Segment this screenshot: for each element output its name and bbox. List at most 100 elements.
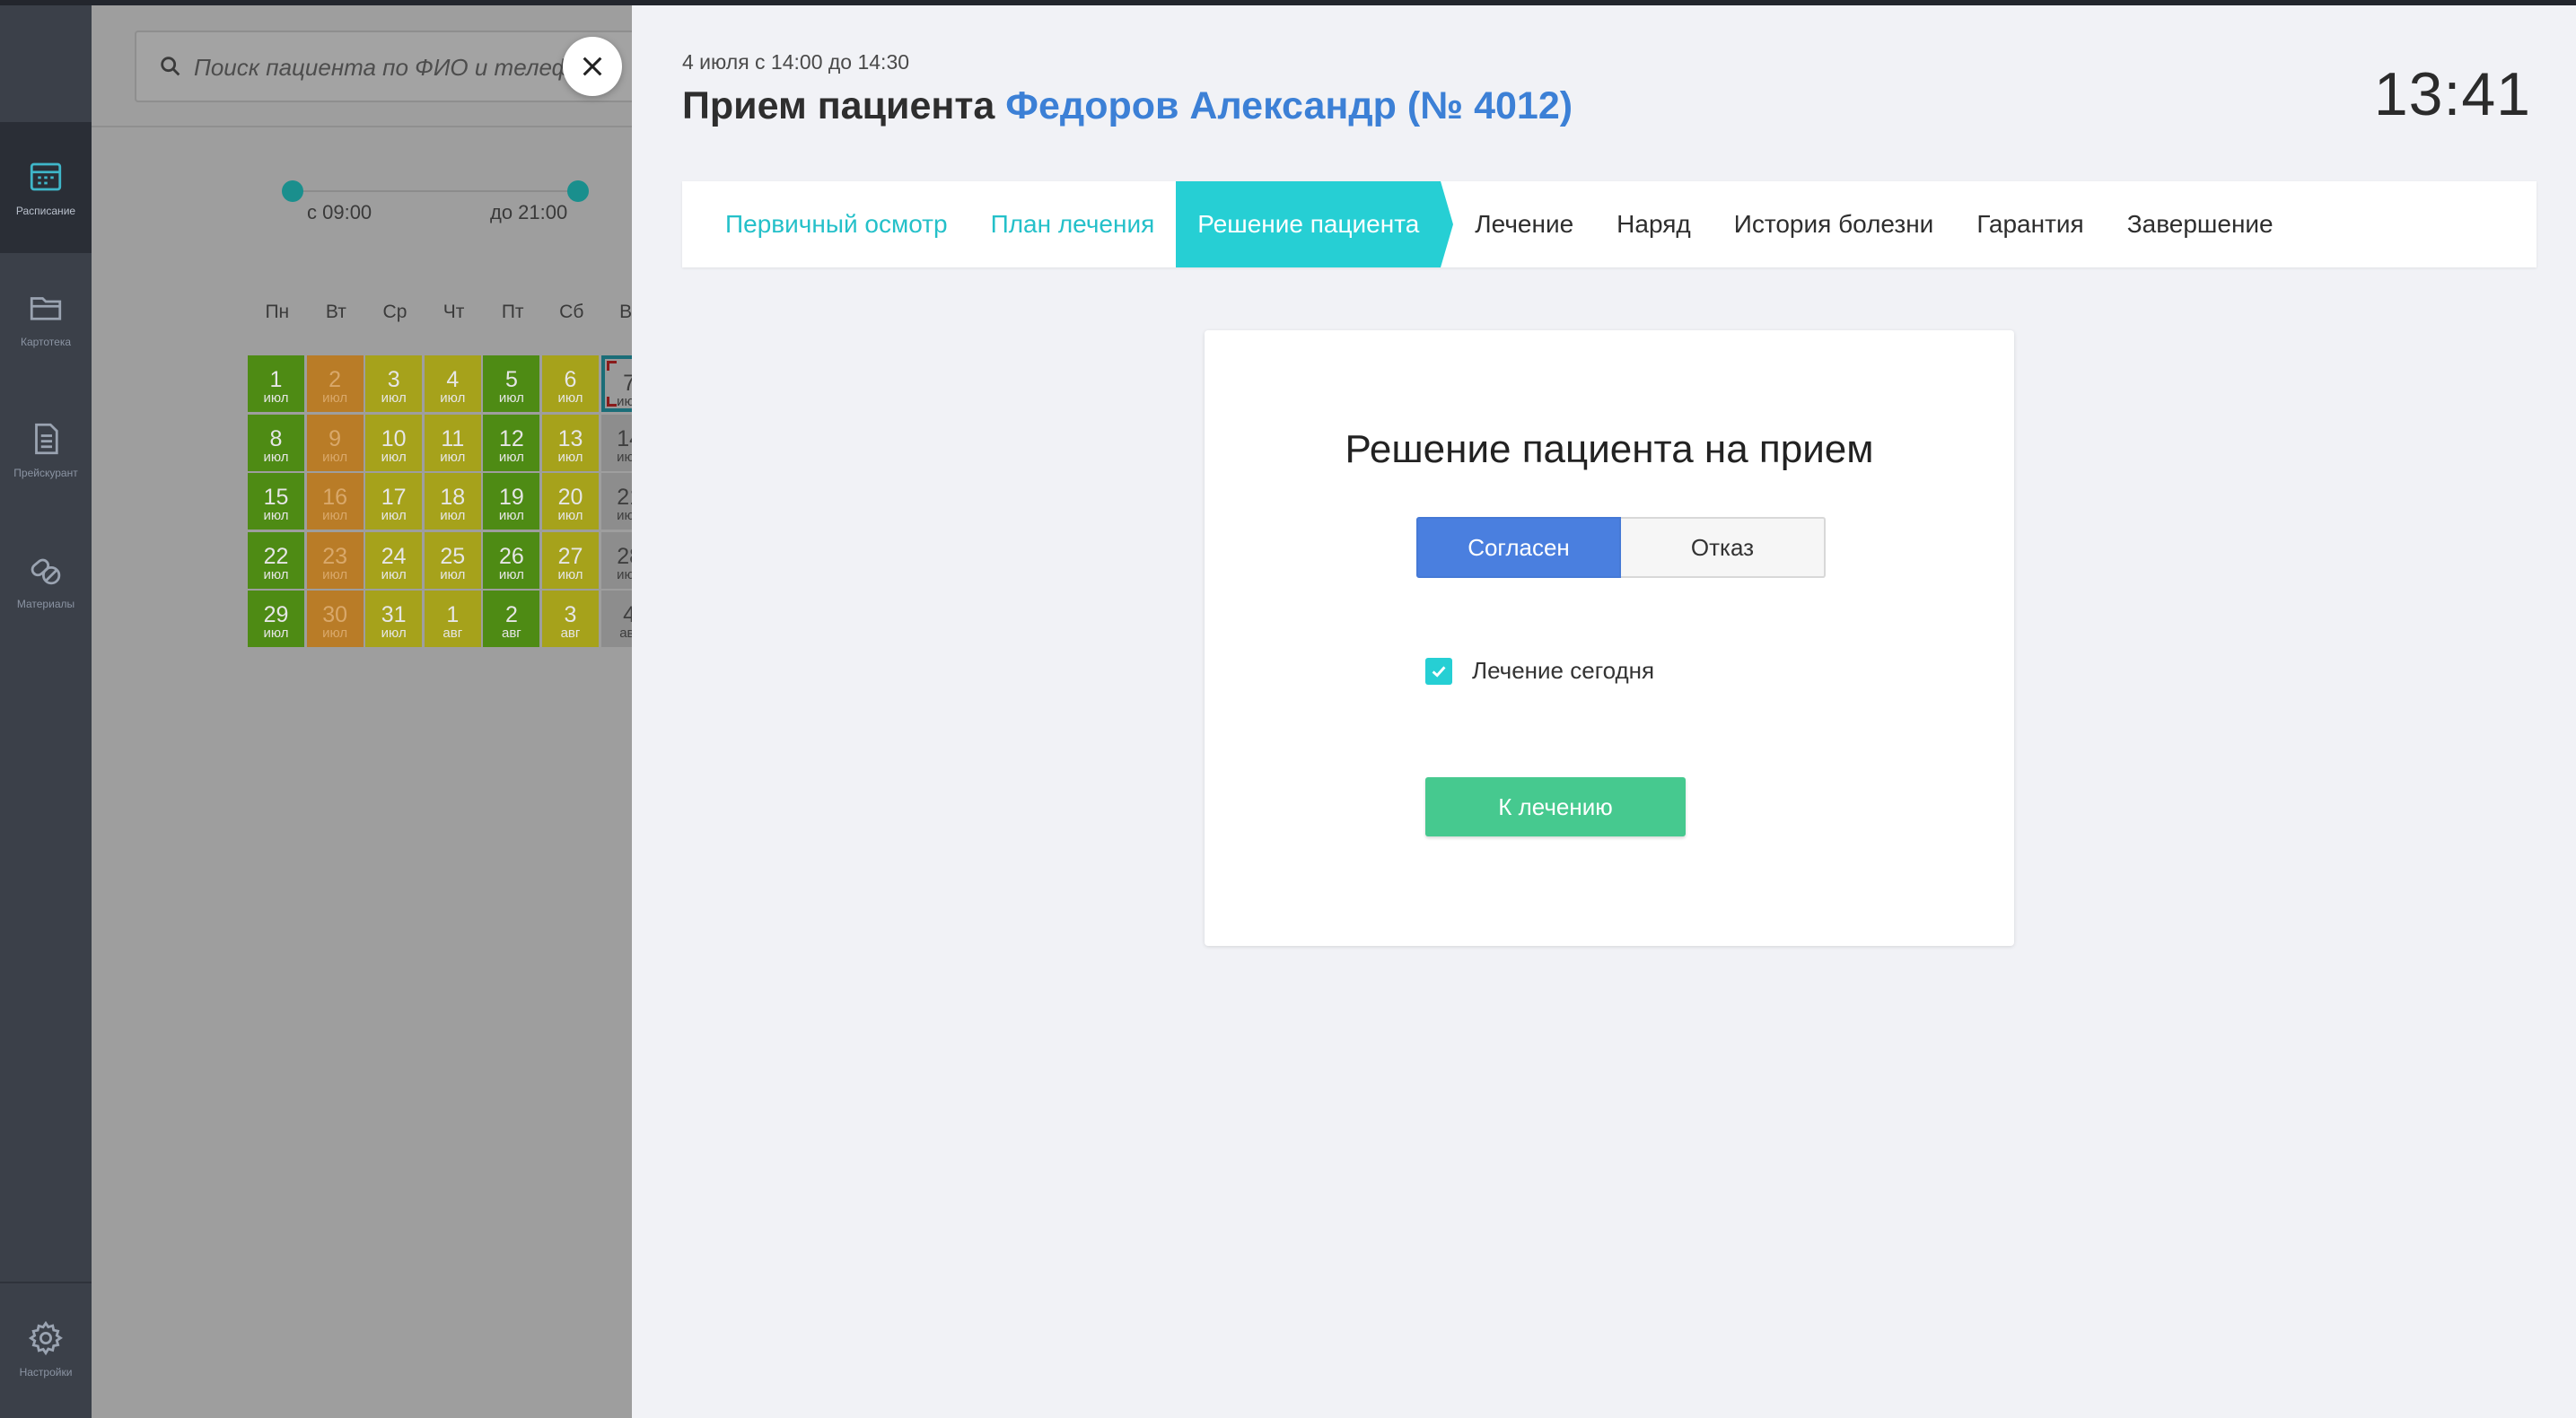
calendar-day[interactable]: 16 июл	[306, 473, 364, 530]
day-number: 21	[617, 485, 632, 510]
patient-link[interactable]: Федоров Александр (№ 4012)	[1005, 84, 1573, 127]
calendar-day[interactable]: 9 июл	[306, 414, 364, 471]
page-title: Прием пациента Федоров Александр (№ 4012…	[682, 84, 1573, 128]
sidebar-item-settings[interactable]: Настройки	[0, 1283, 92, 1414]
calendar-icon	[30, 162, 62, 191]
day-number: 4	[623, 602, 632, 627]
day-number: 10	[381, 425, 407, 451]
calendar-day[interactable]: 26 июл	[483, 531, 540, 589]
calendar-day[interactable]: 2 авг	[483, 591, 540, 647]
day-number: 1	[446, 602, 460, 627]
time-range-start-handle[interactable]	[282, 180, 303, 202]
day-number: 19	[498, 485, 524, 510]
decision-toggle: Согласен Отказ	[1416, 517, 1826, 578]
day-number: 3	[564, 602, 577, 627]
treatment-today-checkbox[interactable]	[1425, 657, 1452, 685]
calendar-day[interactable]: 11 июл	[424, 414, 481, 471]
day-number: 8	[269, 425, 283, 451]
day-month: июл	[498, 449, 524, 465]
treatment-today-label: Лечение сегодня	[1472, 657, 1655, 684]
day-month: июл	[263, 508, 289, 523]
calendar-day[interactable]: 1 июл	[248, 355, 304, 412]
time-range-end-handle[interactable]	[567, 180, 589, 202]
calendar-day[interactable]: 22 июл	[248, 531, 304, 589]
calendar-day[interactable]: 27 июл	[542, 531, 599, 589]
calendar-day[interactable]: 19 июл	[483, 473, 540, 530]
calendar-day[interactable]: 3 июл	[365, 355, 423, 412]
tab-primary-exam[interactable]: Первичный осмотр	[704, 181, 969, 267]
top-border	[0, 0, 2576, 5]
proceed-to-treatment-button[interactable]: К лечению	[1425, 777, 1686, 836]
calendar-day[interactable]: 4авг	[600, 591, 632, 647]
calendar-day[interactable]: 17 июл	[365, 473, 423, 530]
calendar-day[interactable]: 15 июл	[248, 473, 304, 530]
document-icon	[35, 423, 58, 455]
day-month: июл	[617, 508, 632, 523]
weekday-label: Сб	[559, 302, 584, 322]
calendar-day[interactable]: 14июл	[600, 414, 632, 471]
day-month: июл	[557, 566, 583, 582]
calendar-day[interactable]: 5 июл	[483, 355, 540, 412]
day-number: 17	[381, 485, 407, 510]
day-number: 4	[446, 367, 460, 392]
calendar-day[interactable]: 23 июл	[306, 531, 364, 589]
sidebar-item-schedule[interactable]: Расписание	[0, 122, 92, 253]
day-number: 29	[263, 602, 289, 627]
calendar-day[interactable]: 1 авг	[424, 591, 481, 647]
calendar-day[interactable]: 30 июл	[306, 591, 364, 647]
calendar-day[interactable]: 2 июл	[306, 355, 364, 412]
calendar-day[interactable]: 10 июл	[365, 414, 423, 471]
tab-medical-history[interactable]: История болезни	[1713, 181, 1956, 267]
calendar-day[interactable]: 8 июл	[248, 414, 304, 471]
calendar-day-today[interactable]: 7июл	[600, 355, 632, 412]
day-month: июл	[322, 566, 348, 582]
day-number: 15	[263, 485, 289, 510]
refuse-button[interactable]: Отказ	[1621, 517, 1826, 578]
schedule-panel: с 09:00 до 21:00 ПнВтСрЧтПтСбВс 1июл2июл…	[92, 0, 632, 1418]
calendar-day[interactable]: 31 июл	[365, 591, 423, 647]
calendar-day[interactable]: 4 июл	[424, 355, 481, 412]
weekday-label: Чт	[442, 302, 465, 322]
day-number: 16	[322, 485, 347, 510]
close-button[interactable]	[563, 37, 622, 96]
day-number: 14	[617, 425, 632, 451]
tab-work-order[interactable]: Наряд	[1595, 181, 1713, 267]
day-month: июл	[440, 508, 466, 523]
tab-warranty[interactable]: Гарантия	[1955, 181, 2105, 267]
title-prefix: Прием пациента	[682, 84, 995, 127]
calendar-day[interactable]: 12 июл	[483, 414, 540, 471]
calendar-day[interactable]: 20 июл	[542, 473, 599, 530]
tab-treatment-plan[interactable]: План лечения	[969, 181, 1177, 267]
sidebar: Расписание Картотека Прейскурант Материа…	[0, 0, 92, 1418]
calendar-day[interactable]: 25 июл	[424, 531, 481, 589]
calendar-day[interactable]: 3 авг	[542, 591, 599, 647]
day-month: июл	[381, 626, 407, 641]
decision-card: Решение пациента на прием Согласен Отказ…	[1205, 330, 2014, 946]
tab-treatment[interactable]: Лечение	[1453, 181, 1595, 267]
calendar-day[interactable]: 21июл	[600, 473, 632, 530]
schedule-divider	[92, 126, 632, 127]
sidebar-item-cards[interactable]: Картотека	[0, 253, 92, 384]
tab-completion[interactable]: Завершение	[2106, 181, 2295, 267]
day-month: июл	[322, 390, 348, 406]
day-number: 26	[498, 543, 524, 569]
day-month: июл	[381, 449, 407, 465]
calendar-day[interactable]: 13 июл	[542, 414, 599, 471]
day-month: авг	[619, 626, 632, 641]
day-number: 31	[381, 602, 407, 627]
agree-button[interactable]: Согласен	[1416, 517, 1621, 578]
calendar-day[interactable]: 28июл	[600, 531, 632, 589]
day-number: 22	[263, 543, 289, 569]
calendar-day[interactable]: 18 июл	[424, 473, 481, 530]
day-number: 24	[381, 543, 407, 569]
calendar-day[interactable]: 29 июл	[248, 591, 304, 647]
calendar-day[interactable]: 24 июл	[365, 531, 423, 589]
sidebar-item-materials[interactable]: Материалы	[0, 515, 92, 646]
day-number: 13	[557, 425, 583, 451]
tab-patient-decision[interactable]: Решение пациента	[1176, 181, 1454, 267]
calendar-day[interactable]: 6 июл	[542, 355, 599, 412]
day-month: авг	[560, 626, 581, 641]
day-month: июл	[381, 566, 407, 582]
sidebar-item-pricelist[interactable]: Прейскурант	[0, 384, 92, 515]
day-number: 25	[440, 543, 466, 569]
